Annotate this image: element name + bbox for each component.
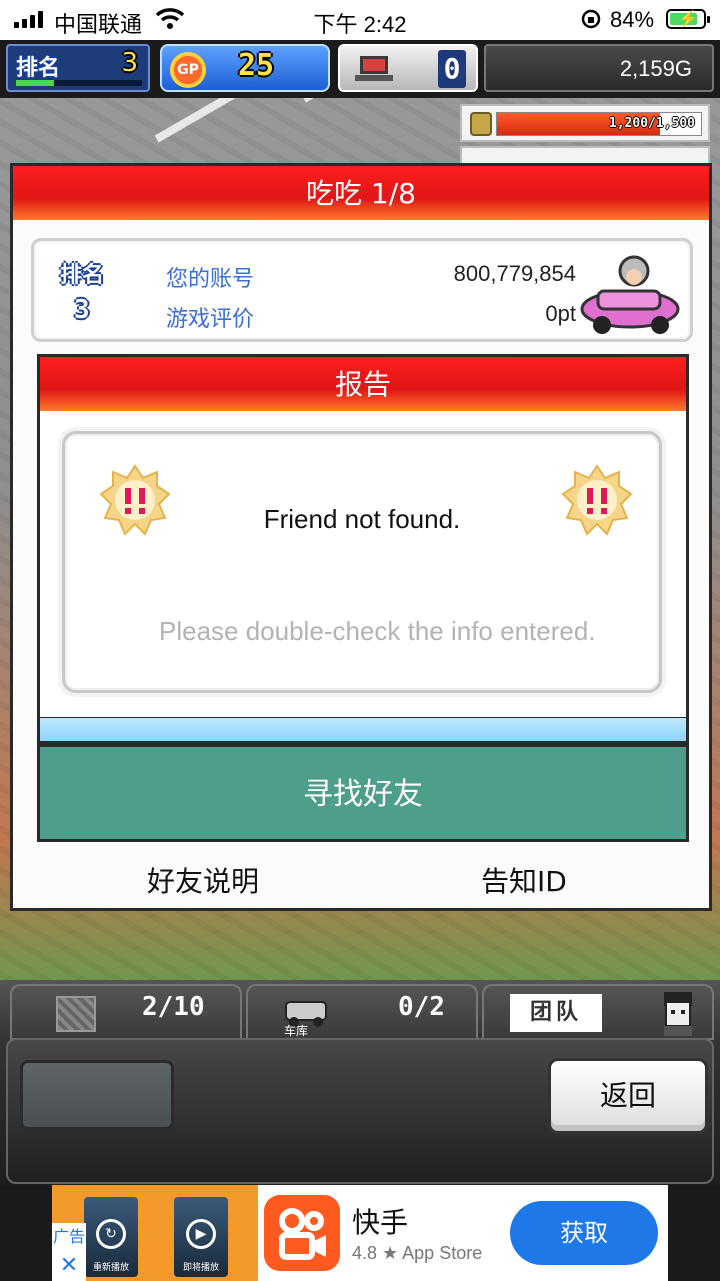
- rating-label: 游戏评价: [166, 307, 255, 332]
- computer-panel[interactable]: 0: [338, 44, 478, 92]
- report-hint: Please double-check the info entered.: [159, 616, 596, 646]
- coin-stack-icon: [470, 112, 492, 136]
- dialog-title: 吃吃 1/8: [13, 166, 709, 220]
- rank-panel[interactable]: 排名 3: [6, 44, 150, 92]
- ad-app-rating: 4.8 ★ App Store: [352, 1243, 483, 1263]
- storage-slot[interactable]: 2/10: [10, 984, 242, 1040]
- ad-banner[interactable]: ↻ 重新播放 ▶ 即将播放 广告 ✕ 快手 4.8 ★ App Store 获取: [0, 1185, 720, 1281]
- report-title: 报告: [40, 357, 686, 411]
- replay-icon: ↻: [96, 1219, 126, 1249]
- resource-gauge: 1,200/1,500: [496, 112, 702, 136]
- car-avatar-icon: [580, 255, 680, 334]
- crate-icon: [56, 996, 96, 1032]
- computer-icon: [355, 56, 393, 81]
- computer-count: 0: [438, 50, 466, 88]
- rank-progress-bar: [16, 80, 142, 86]
- message-card: Friend not found. Please double-check th…: [62, 431, 662, 693]
- account-value: 800,779,854: [453, 261, 576, 286]
- top-hud: 排名 3 GP 25 0 2,159G: [0, 40, 720, 98]
- rating-value: 0pt: [545, 301, 576, 326]
- rank-value: 3: [121, 48, 138, 78]
- status-bar: 中国联通 下午 2:42 84% ⚡: [0, 0, 720, 40]
- ad-thumb[interactable]: ↻ 重新播放: [84, 1197, 138, 1277]
- ad-app-card[interactable]: 快手 4.8 ★ App Store 获取: [258, 1185, 668, 1281]
- profile-card: 排名 3 您的账号 800,779,854 游戏评价 0pt: [31, 238, 693, 342]
- friend-help-link[interactable]: 好友说明: [147, 860, 259, 900]
- gp-panel[interactable]: GP 25: [160, 44, 330, 92]
- friend-dialog: 吃吃 1/8 排名 3 您的账号 800,779,854 游戏评价 0pt 报告: [10, 163, 712, 911]
- staff-face-icon: [664, 992, 692, 1036]
- ad-thumb-caption: 即将播放: [182, 1263, 219, 1273]
- ad-app-name: 快手: [352, 1206, 409, 1239]
- profile-rank-value: 3: [74, 295, 90, 325]
- money-display: 2,159G: [484, 44, 714, 92]
- garage-slot[interactable]: 车库 0/2: [246, 984, 478, 1040]
- ad-label: 广告: [52, 1223, 86, 1251]
- rank-label: 排名: [16, 56, 61, 81]
- gp-value: 25: [238, 48, 275, 83]
- battery-icon: ⚡: [666, 9, 710, 29]
- resource-text: 1,200/1,500: [608, 116, 695, 131]
- team-slot[interactable]: 团队: [482, 984, 714, 1040]
- ad-close-icon[interactable]: ✕: [52, 1251, 86, 1281]
- kuaishou-app-icon: [264, 1195, 340, 1271]
- gp-coin-icon: GP: [170, 52, 206, 88]
- team-label: 团队: [510, 994, 602, 1032]
- play-icon: ▶: [186, 1219, 216, 1249]
- back-button[interactable]: 返回: [548, 1058, 708, 1134]
- battery-percent: 84%: [610, 7, 655, 32]
- find-friend-button[interactable]: 寻找好友: [37, 744, 689, 842]
- garage-count: 0/2: [398, 992, 445, 1022]
- ad-get-button[interactable]: 获取: [510, 1201, 658, 1265]
- storage-count: 2/10: [142, 992, 205, 1022]
- ad-thumb-caption: 重新播放: [92, 1263, 129, 1273]
- rotation-lock-icon: [581, 9, 601, 29]
- ad-thumb[interactable]: ▶ 即将播放: [174, 1197, 228, 1277]
- report-panel: 报告 Friend not found. Please double-check…: [37, 354, 689, 720]
- empty-slot: [20, 1060, 174, 1130]
- garage-label: 车库: [284, 1024, 309, 1038]
- report-message: Friend not found.: [263, 504, 461, 534]
- profile-rank-label: 排名: [60, 263, 105, 288]
- account-label: 您的账号: [166, 267, 255, 292]
- notify-id-link[interactable]: 告知ID: [481, 860, 567, 900]
- input-strip: [37, 718, 689, 744]
- resource-bar: 1,200/1,500: [460, 104, 710, 142]
